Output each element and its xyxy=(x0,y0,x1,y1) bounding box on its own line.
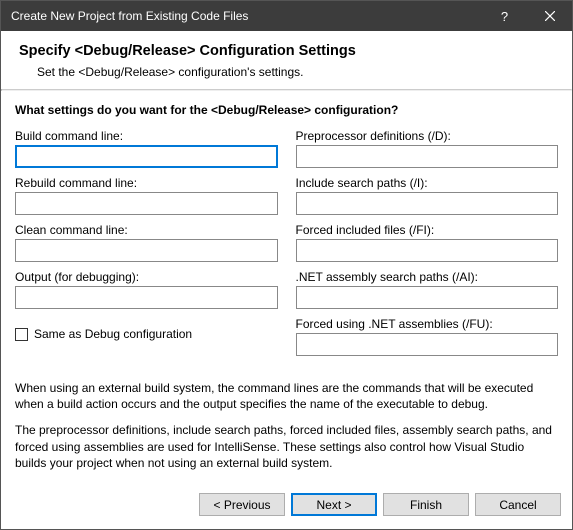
next-button[interactable]: Next > xyxy=(291,493,377,516)
wizard-header: Specify <Debug/Release> Configuration Se… xyxy=(1,31,572,89)
asmsearch-label: .NET assembly search paths (/AI): xyxy=(296,270,559,284)
wizard-footer: < Previous Next > Finish Cancel xyxy=(0,483,573,530)
right-column: Preprocessor definitions (/D): Include s… xyxy=(296,129,559,364)
description-p2: The preprocessor definitions, include se… xyxy=(15,422,558,471)
clean-cmd-input[interactable] xyxy=(15,239,278,262)
include-input[interactable] xyxy=(296,192,559,215)
same-as-debug-label: Same as Debug configuration xyxy=(34,327,192,341)
help-button[interactable]: ? xyxy=(482,1,527,31)
left-column: Build command line: Rebuild command line… xyxy=(15,129,278,364)
rebuild-cmd-label: Rebuild command line: xyxy=(15,176,278,190)
clean-cmd-label: Clean command line: xyxy=(15,223,278,237)
output-label: Output (for debugging): xyxy=(15,270,278,284)
preproc-input[interactable] xyxy=(296,145,559,168)
build-cmd-input[interactable] xyxy=(15,145,278,168)
output-input[interactable] xyxy=(15,286,278,309)
asmsearch-input[interactable] xyxy=(296,286,559,309)
cancel-button[interactable]: Cancel xyxy=(475,493,561,516)
question-label: What settings do you want for the <Debug… xyxy=(15,103,558,117)
window-title: Create New Project from Existing Code Fi… xyxy=(11,9,482,23)
finish-button[interactable]: Finish xyxy=(383,493,469,516)
description-text: When using an external build system, the… xyxy=(15,380,558,471)
window-titlebar: Create New Project from Existing Code Fi… xyxy=(1,1,572,31)
forcedusing-input[interactable] xyxy=(296,333,559,356)
close-icon xyxy=(545,11,555,21)
include-label: Include search paths (/I): xyxy=(296,176,559,190)
close-button[interactable] xyxy=(527,1,572,31)
rebuild-cmd-input[interactable] xyxy=(15,192,278,215)
forcedinc-label: Forced included files (/FI): xyxy=(296,223,559,237)
page-subtitle: Set the <Debug/Release> configuration's … xyxy=(37,65,554,79)
previous-button[interactable]: < Previous xyxy=(199,493,285,516)
content-area: What settings do you want for the <Debug… xyxy=(1,91,572,471)
page-title: Specify <Debug/Release> Configuration Se… xyxy=(19,43,554,59)
description-p1: When using an external build system, the… xyxy=(15,380,558,412)
preproc-label: Preprocessor definitions (/D): xyxy=(296,129,559,143)
forcedusing-label: Forced using .NET assemblies (/FU): xyxy=(296,317,559,331)
build-cmd-label: Build command line: xyxy=(15,129,278,143)
forcedinc-input[interactable] xyxy=(296,239,559,262)
same-as-debug-checkbox[interactable] xyxy=(15,328,28,341)
